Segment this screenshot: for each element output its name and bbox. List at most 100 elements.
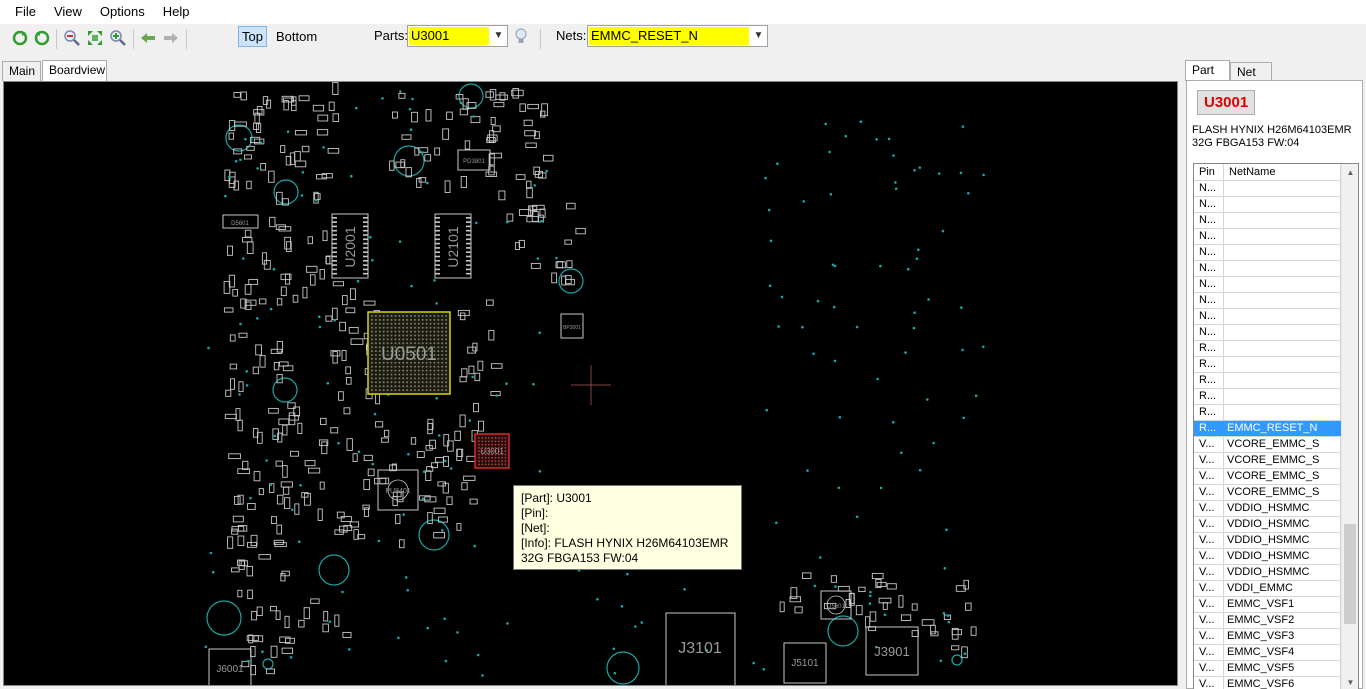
table-row[interactable]: R... (1194, 357, 1341, 373)
table-row[interactable]: V... EMMC_VSF3 (1194, 629, 1341, 645)
table-row[interactable]: V... VDDIO_HSMMC (1194, 533, 1341, 549)
table-row[interactable]: N... (1194, 309, 1341, 325)
mounting-holes (206, 83, 963, 685)
board-canvas[interactable]: U2001 U2101 U0501 U3001 PU8401 J3101 J39… (3, 81, 1178, 686)
nets-combo[interactable]: EMMC_RESET_N ▼ (587, 25, 768, 47)
pin-cell: V... (1194, 677, 1224, 689)
pin-cell: N... (1194, 261, 1224, 276)
table-row[interactable]: N... (1194, 277, 1341, 293)
pin-cell: N... (1194, 293, 1224, 308)
table-row[interactable]: N... (1194, 181, 1341, 197)
zoom-out-icon[interactable] (63, 29, 81, 47)
table-row[interactable]: V... EMMC_VSF4 (1194, 645, 1341, 661)
connector-j6001[interactable]: J6001 (208, 648, 252, 686)
table-row[interactable]: V... EMMC_VSF5 (1194, 661, 1341, 677)
ic-label-pu8401: PU8401 (385, 488, 410, 495)
table-row[interactable]: V... VCORE_EMMC_S (1194, 485, 1341, 501)
table-row[interactable]: V... VDDIO_HSMMC (1194, 501, 1341, 517)
ic-u0501[interactable]: U0501 (367, 311, 451, 395)
netname-cell (1224, 229, 1341, 244)
scroll-down-icon[interactable]: ▼ (1342, 674, 1358, 689)
netname-cell (1224, 197, 1341, 212)
ic-u3001[interactable]: U3001 (474, 433, 510, 469)
pin-table-scrollbar[interactable]: ▲ ▼ (1341, 164, 1358, 689)
table-row[interactable]: V... EMMC_VSF1 (1194, 597, 1341, 613)
pin-cell: V... (1194, 645, 1224, 660)
pin-cell: R... (1194, 373, 1224, 388)
table-row[interactable]: N... (1194, 213, 1341, 229)
ic-label-bp3001: BP3001 (563, 325, 581, 331)
ic-label-u0501: U0501 (381, 344, 437, 365)
tab-main[interactable]: Main (2, 61, 41, 81)
table-row[interactable]: V... VCORE_EMMC_S (1194, 437, 1341, 453)
tab-boardview[interactable]: Boardview (42, 60, 107, 81)
ic-u2001[interactable]: U2001 (331, 213, 369, 279)
menu-help[interactable]: Help (154, 0, 199, 24)
top-side-button[interactable]: Top (238, 26, 267, 47)
table-row[interactable]: V... VCORE_EMMC_S (1194, 453, 1341, 469)
table-row[interactable]: V... EMMC_VSF6 (1194, 677, 1341, 689)
chevron-down-icon[interactable]: ▼ (750, 26, 767, 46)
parts-label: Parts: (374, 28, 408, 43)
menu-options[interactable]: Options (91, 0, 154, 24)
table-row[interactable]: V... VDDIO_HSMMC (1194, 565, 1341, 581)
table-row[interactable]: N... (1194, 325, 1341, 341)
menu-bar: File View Options Help (0, 0, 1366, 24)
table-row[interactable]: R... (1194, 405, 1341, 421)
chevron-down-icon[interactable]: ▼ (490, 26, 507, 46)
column-header-pin[interactable]: Pin (1194, 164, 1224, 181)
pin-cell: V... (1194, 549, 1224, 564)
table-row[interactable]: R... (1194, 373, 1341, 389)
ic-pu8401[interactable]: PU8401 (377, 469, 419, 511)
scrollbar-thumb[interactable] (1344, 524, 1356, 624)
table-row[interactable]: V... VDDIO_HSMMC (1194, 517, 1341, 533)
table-row[interactable]: N... (1194, 229, 1341, 245)
table-row[interactable]: N... (1194, 261, 1341, 277)
pin-table[interactable]: Pin NetName N... N... N... N... N... N... N...… (1193, 163, 1359, 689)
lightbulb-icon[interactable] (512, 27, 530, 45)
connector-label-j6001: J6001 (216, 664, 244, 675)
ic-label-u3001: U3001 (480, 447, 504, 456)
parts-combo[interactable]: U3001 ▼ (407, 25, 508, 47)
connector-j5101[interactable]: J5101 (783, 642, 827, 684)
table-row[interactable]: V... VDDIO_HSMMC (1194, 549, 1341, 565)
tab-net[interactable]: Net (5) (1230, 62, 1272, 97)
crosshair-cursor (571, 365, 611, 405)
menu-view[interactable]: View (45, 0, 91, 24)
table-row[interactable]: N... (1194, 245, 1341, 261)
tab-part[interactable]: Part (1185, 60, 1230, 81)
connector-j3901[interactable]: J3901 (865, 626, 919, 676)
table-row[interactable]: R... EMMC_RESET_N (1194, 421, 1341, 437)
column-header-netname[interactable]: NetName (1224, 164, 1341, 181)
connector-label-j5101: J5101 (791, 658, 819, 669)
netname-cell: VDDIO_HSMMC (1224, 517, 1341, 532)
netname-cell: VCORE_EMMC_S (1224, 453, 1341, 468)
ic-bp3001[interactable]: BP3001 (560, 313, 584, 339)
table-row[interactable]: R... (1194, 389, 1341, 405)
toolbar-separator (56, 29, 57, 49)
scroll-up-icon[interactable]: ▲ (1342, 164, 1358, 181)
ic-u5601[interactable]: U5601 (820, 590, 852, 620)
board-drawing[interactable]: U2001 U2101 U0501 U3001 PU8401 J3101 J39… (4, 82, 1178, 686)
table-row[interactable]: N... (1194, 197, 1341, 213)
netname-cell: VCORE_EMMC_S (1224, 437, 1341, 452)
table-row[interactable]: N... (1194, 293, 1341, 309)
table-row[interactable]: V... EMMC_VSF2 (1194, 613, 1341, 629)
table-row[interactable]: R... (1194, 341, 1341, 357)
ic-pd3801[interactable]: PD3801 (457, 149, 491, 171)
ic-d5601[interactable]: D5601 (222, 214, 259, 229)
table-row[interactable]: V... VCORE_EMMC_S (1194, 469, 1341, 485)
ic-u2101[interactable]: U2101 (434, 213, 472, 279)
reload-icon[interactable] (33, 29, 51, 47)
table-row[interactable]: V... VDDI_EMMC (1194, 581, 1341, 597)
connector-j3101[interactable]: J3101 (665, 612, 736, 686)
menu-file[interactable]: File (6, 0, 45, 24)
zoom-fit-icon[interactable] (86, 29, 104, 47)
forward-arrow-icon[interactable] (162, 29, 180, 47)
zoom-in-icon[interactable] (109, 29, 127, 47)
netname-cell: VDDIO_HSMMC (1224, 549, 1341, 564)
refresh-icon[interactable] (11, 29, 29, 47)
back-arrow-icon[interactable] (139, 29, 157, 47)
tooltip-info: [Info]: FLASH HYNIX H26M64103EMR (521, 536, 729, 550)
bottom-side-button[interactable]: Bottom (272, 26, 321, 47)
